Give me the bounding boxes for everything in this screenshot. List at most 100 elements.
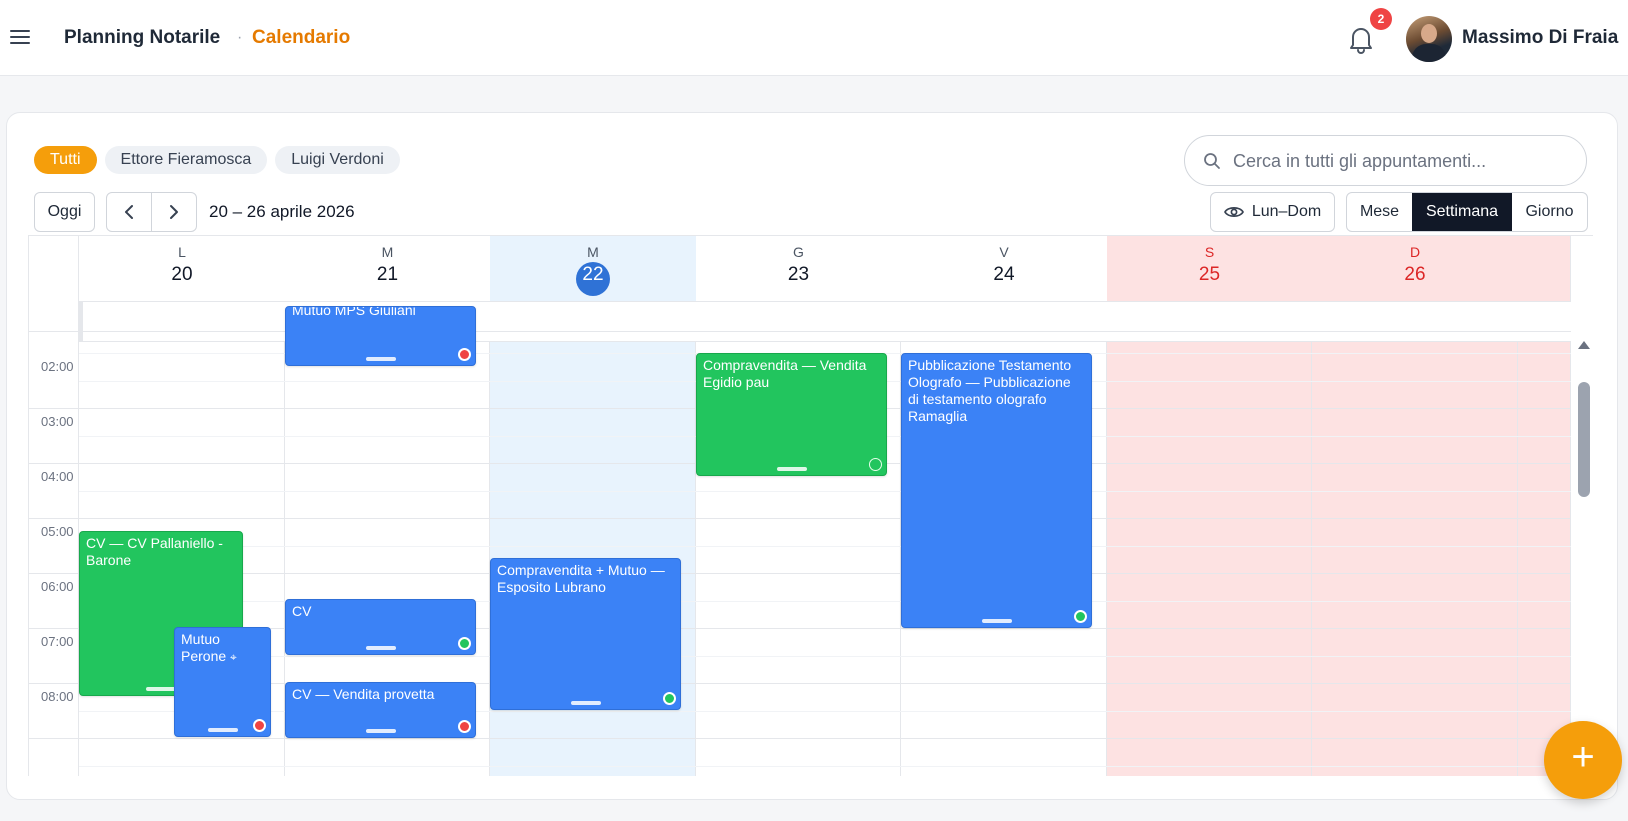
scroll-up-arrow-icon[interactable] bbox=[1578, 341, 1590, 349]
status-dot bbox=[458, 348, 471, 361]
time-label: 02:00 bbox=[41, 359, 74, 374]
pin-icon: ⌖ bbox=[230, 650, 237, 664]
notification-badge: 2 bbox=[1370, 8, 1392, 30]
resize-handle[interactable] bbox=[776, 467, 807, 471]
day-header[interactable]: G 23 bbox=[696, 236, 901, 301]
hour-line bbox=[29, 518, 1571, 519]
chip-luigi-verdoni[interactable]: Luigi Verdoni bbox=[275, 146, 400, 174]
date-range-label: 20 – 26 aprile 2026 bbox=[209, 202, 355, 221]
day-number: 21 bbox=[376, 264, 399, 285]
time-label: 03:00 bbox=[41, 414, 74, 429]
hour-line bbox=[29, 738, 1571, 739]
resize-handle[interactable] bbox=[365, 729, 396, 733]
scrollbar-thumb[interactable] bbox=[1578, 382, 1590, 497]
resize-handle[interactable] bbox=[146, 687, 176, 691]
time-label: 08:00 bbox=[41, 689, 74, 704]
hour-line bbox=[79, 491, 1571, 492]
day-letter: V bbox=[999, 244, 1009, 260]
event-title: CV bbox=[292, 603, 312, 619]
eye-icon bbox=[1223, 207, 1244, 217]
resize-handle[interactable] bbox=[365, 646, 396, 650]
event-card[interactable]: CV bbox=[285, 599, 476, 655]
week-navigation bbox=[106, 192, 197, 232]
view-week-button[interactable]: Settimana bbox=[1412, 193, 1512, 231]
hour-line bbox=[79, 546, 1571, 547]
hour-line bbox=[29, 573, 1571, 574]
time-label: 04:00 bbox=[41, 469, 74, 484]
add-appointment-button[interactable]: + bbox=[1544, 721, 1622, 799]
top-bar: Planning Notarile · Calendario 2 Massimo… bbox=[0, 0, 1628, 76]
event-card[interactable]: Pubblicazione Testamento Olografo — Pubb… bbox=[901, 353, 1092, 628]
resize-handle[interactable] bbox=[207, 728, 238, 732]
page-title: Calendario bbox=[252, 27, 351, 48]
day-number: 24 bbox=[993, 264, 1015, 285]
event-card[interactable]: Mutuo Perone ⌖ bbox=[174, 627, 271, 737]
filter-chips: Tutti Ettore Fieramosca Luigi Verdoni bbox=[34, 146, 400, 174]
app-title: Planning Notarile bbox=[64, 27, 221, 48]
chip-ettore-fieramosca[interactable]: Ettore Fieramosca bbox=[104, 146, 268, 174]
day-header-weekend[interactable]: S 25 bbox=[1107, 236, 1312, 301]
event-title-text: Mutuo Perone bbox=[181, 631, 227, 664]
day-header[interactable]: M 21 bbox=[285, 236, 490, 301]
day-letter: G bbox=[793, 244, 804, 260]
status-dot bbox=[458, 637, 471, 650]
event-title: Mutuo Perone ⌖ bbox=[181, 631, 264, 666]
day-letter: M bbox=[587, 244, 599, 260]
avatar[interactable] bbox=[1406, 16, 1452, 62]
user-name[interactable]: Massimo Di Fraia bbox=[1462, 27, 1618, 49]
event-title: Compravendita — Vendita Egidio pau bbox=[703, 357, 867, 390]
previous-week-button[interactable] bbox=[107, 193, 151, 231]
time-label: 05:00 bbox=[41, 524, 74, 539]
event-title: Pubblicazione Testamento Olografo — Pubb… bbox=[908, 357, 1072, 424]
time-label: 07:00 bbox=[41, 634, 74, 649]
event-card[interactable]: CV — Vendita provetta bbox=[285, 682, 476, 738]
day-header-today[interactable]: M 22 bbox=[490, 236, 696, 301]
search-icon bbox=[1204, 153, 1220, 169]
title-separator: · bbox=[237, 29, 243, 46]
hour-line bbox=[29, 331, 1571, 332]
resize-handle[interactable] bbox=[981, 619, 1012, 623]
hour-line bbox=[79, 766, 1571, 767]
resize-handle[interactable] bbox=[365, 357, 396, 361]
event-card[interactable]: Compravendita — Vendita Egidio pau bbox=[696, 353, 887, 476]
view-day-button[interactable]: Giorno bbox=[1512, 193, 1587, 231]
next-week-button[interactable] bbox=[151, 193, 196, 231]
plus-icon: + bbox=[1571, 735, 1595, 779]
chevron-left-icon bbox=[125, 205, 133, 219]
status-dot bbox=[663, 692, 676, 705]
search-input[interactable] bbox=[1233, 146, 1573, 176]
event-card[interactable]: Mutuo MPS Giuliani bbox=[285, 306, 476, 366]
day-header-weekend[interactable]: D 26 bbox=[1312, 236, 1518, 301]
event-card[interactable]: Compravendita + Mutuo — Esposito Lubrano bbox=[490, 558, 681, 710]
hour-line bbox=[79, 656, 1571, 657]
day-letter: S bbox=[1204, 244, 1215, 260]
day-header[interactable]: L 20 bbox=[79, 236, 285, 301]
event-title: CV — Vendita provetta bbox=[292, 686, 435, 702]
day-number: 25 bbox=[1198, 264, 1221, 285]
today-button[interactable]: Oggi bbox=[34, 192, 95, 232]
day-letter: L bbox=[178, 244, 186, 260]
chip-tutti[interactable]: Tutti bbox=[34, 146, 97, 174]
bell-icon[interactable] bbox=[1348, 24, 1374, 54]
event-title: CV — CV Pallaniello - Barone bbox=[86, 535, 223, 568]
day-number: 20 bbox=[171, 264, 193, 285]
day-number: 22 bbox=[582, 264, 604, 285]
chevron-right-icon bbox=[170, 205, 178, 219]
status-dot bbox=[1074, 610, 1087, 623]
status-dot bbox=[253, 719, 266, 732]
hamburger-menu-icon[interactable] bbox=[10, 27, 32, 47]
search-box bbox=[1184, 135, 1587, 186]
day-header[interactable]: V 24 bbox=[901, 236, 1107, 301]
day-letter: D bbox=[1409, 244, 1421, 260]
lun-dom-toggle[interactable]: Lun–Dom bbox=[1210, 192, 1335, 232]
status-dot bbox=[869, 458, 882, 471]
resize-handle[interactable] bbox=[570, 701, 601, 705]
lun-dom-label: Lun–Dom bbox=[1251, 203, 1322, 220]
event-title: Compravendita + Mutuo — Esposito Lubrano bbox=[497, 562, 665, 595]
time-label: 06:00 bbox=[41, 579, 74, 594]
event-title: Mutuo MPS Giuliani bbox=[292, 306, 416, 318]
status-dot bbox=[458, 720, 471, 733]
day-letter: M bbox=[381, 244, 394, 260]
view-month-button[interactable]: Mese bbox=[1347, 193, 1412, 231]
view-switcher: Mese Settimana Giorno bbox=[1346, 192, 1588, 232]
